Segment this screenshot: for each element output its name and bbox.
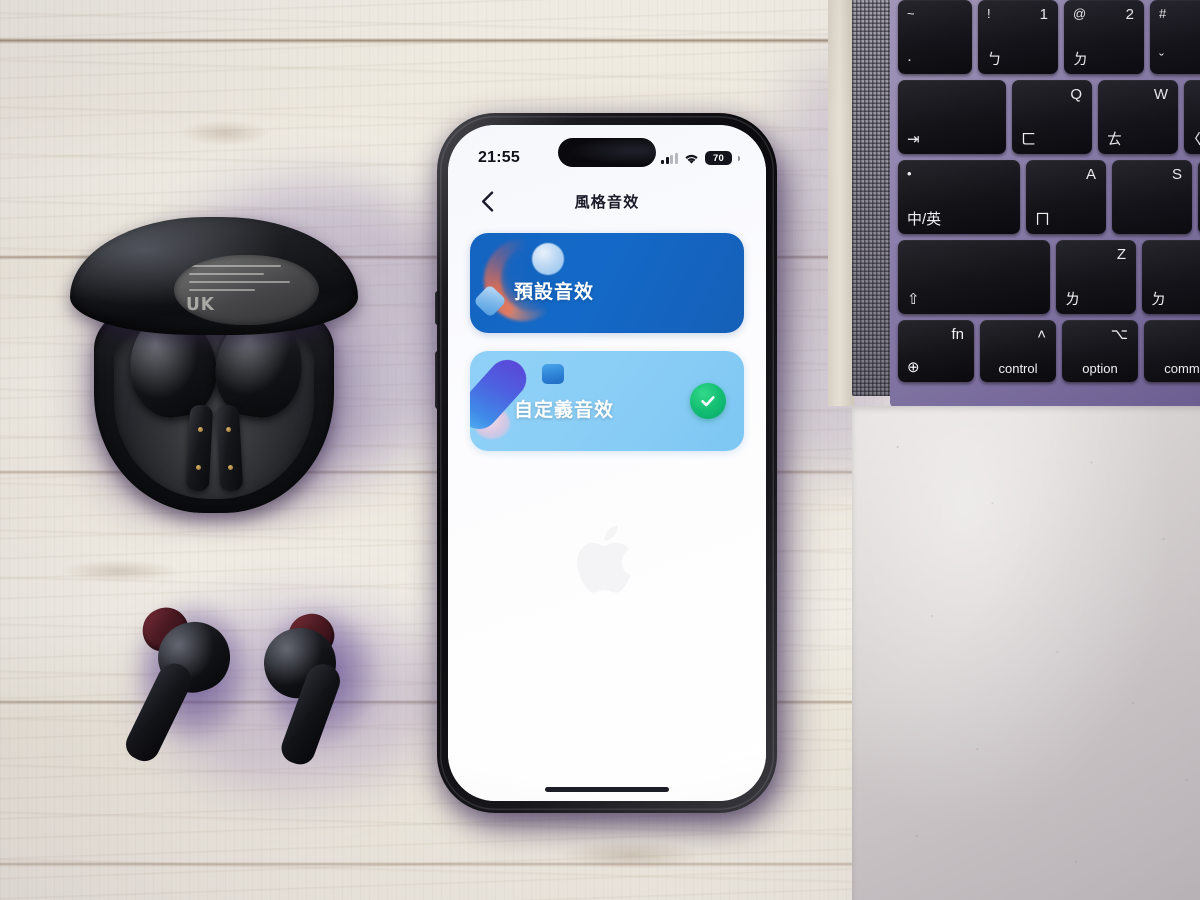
volume-down-button[interactable]: [435, 351, 439, 409]
desk-mat-texture: [852, 406, 1200, 900]
earbud-stem-left: [186, 404, 213, 491]
light-blue-circle-icon: [532, 243, 564, 275]
key-label-bottom: ⇥: [907, 132, 920, 147]
chevron-left-icon: [481, 191, 494, 212]
wood-knot: [560, 840, 700, 870]
key-label-bottom: ㄉ: [1151, 292, 1166, 307]
desk-mat: [852, 406, 1200, 900]
speaker-grille: [852, 0, 894, 396]
key-command[interactable]: comm: [1144, 320, 1200, 382]
key-label-bottom: ⊕: [907, 360, 920, 375]
key-label-bottom: ˇ: [1159, 52, 1164, 67]
dynamic-island: [558, 138, 656, 167]
key-label-top: ~: [907, 7, 915, 20]
battery-level: 70: [713, 153, 724, 164]
apple-logo-watermark: [572, 520, 642, 600]
wood-knot: [180, 120, 270, 146]
macbook: esc‹›~·!1ㄅ@2ㄉ#3ˇ⇥QㄈWㄊEㄍ•中/英AㄇS㄄Dㄎ⇧ZㄌXㄉCㄏ…: [828, 0, 1200, 900]
key-label-legend: Q: [1070, 87, 1082, 102]
sound-card-custom[interactable]: 自定義音效: [470, 351, 744, 451]
key-label-bottom: ㄅ: [987, 52, 1002, 67]
key-w[interactable]: Wㄊ: [1098, 80, 1178, 154]
key-e[interactable]: Eㄍ: [1184, 80, 1200, 154]
smartphone: 21:55 70 風格音效 預設音效 自定義音效: [437, 113, 777, 813]
macbook-keyboard[interactable]: esc‹›~·!1ㄅ@2ㄉ#3ˇ⇥QㄈWㄊEㄍ•中/英AㄇS㄄Dㄎ⇧ZㄌXㄉCㄏ…: [890, 0, 1200, 408]
phone-screen: 21:55 70 風格音效 預設音效 自定義音效: [448, 125, 766, 801]
wifi-icon: [683, 152, 700, 165]
key-label-top: #: [1159, 7, 1166, 20]
wood-knot: [60, 560, 180, 582]
sound-card-label: 自定義音效: [514, 395, 614, 422]
sound-style-list: 預設音效 自定義音效: [448, 233, 766, 469]
key-label-legend: Z: [1117, 247, 1126, 262]
key-label-bottom-center: control: [980, 362, 1056, 375]
key-label-bottom-center: comm: [1144, 362, 1200, 375]
key-x[interactable]: Xㄉ: [1142, 240, 1200, 314]
key-label-bottom: ㄈ: [1021, 132, 1036, 147]
earbud-stem-right: [216, 404, 243, 491]
key-two[interactable]: @2 ㄉ: [1064, 0, 1144, 74]
key-caps-lock[interactable]: • 中/英: [898, 160, 1020, 234]
blue-square-icon: [542, 364, 564, 384]
selected-check-badge: [690, 383, 726, 419]
volume-up-button[interactable]: [435, 291, 439, 325]
photo-scene: esc‹›~·!1ㄅ@2ㄉ#3ˇ⇥QㄈWㄊEㄍ•中/英AㄇS㄄Dㄎ⇧ZㄌXㄉCㄏ…: [0, 0, 1200, 900]
key-shift[interactable]: ⇧: [898, 240, 1050, 314]
key-label-legend: 1: [1040, 7, 1048, 22]
key-tilde[interactable]: ~ ·: [898, 0, 972, 74]
battery-nub: [738, 156, 740, 161]
key-label-bottom: ·: [907, 52, 912, 67]
key-label-bottom: ㄇ: [1035, 212, 1050, 227]
key-label-legend: ˄: [1037, 327, 1046, 342]
check-icon: [698, 391, 718, 411]
key-label-legend: W: [1154, 87, 1168, 102]
signal-bars-icon: [661, 153, 678, 164]
key-control[interactable]: ˄ control: [980, 320, 1056, 382]
regulatory-label: UK: [174, 255, 319, 325]
key-option[interactable]: ⌥ option: [1062, 320, 1138, 382]
status-time: 21:55: [478, 149, 520, 167]
regulatory-text: UK: [186, 295, 215, 316]
macbook-edge: [828, 0, 854, 406]
key-label-top: •: [907, 167, 912, 180]
key-label-legend: ⌥: [1111, 327, 1128, 342]
key-label-bottom: ㄊ: [1107, 132, 1122, 147]
key-label-bottom: 中/英: [907, 212, 941, 227]
battery-icon: 70: [705, 151, 732, 165]
earbuds-case: UK: [68, 205, 368, 515]
key-a[interactable]: Aㄇ: [1026, 160, 1106, 234]
key-label-legend: 2: [1126, 7, 1134, 22]
key-one[interactable]: ! 1 ㄅ: [978, 0, 1058, 74]
key-label-top: !: [987, 7, 991, 20]
back-button[interactable]: [474, 188, 500, 214]
key-three[interactable]: #3ˇ: [1150, 0, 1200, 74]
case-cradle: [114, 309, 314, 499]
key-label-bottom: ㄌ: [1065, 292, 1080, 307]
earbud-loose-right: [250, 600, 400, 770]
key-label-bottom-center: option: [1062, 362, 1138, 375]
key-label-legend: fn: [951, 327, 964, 342]
key-q[interactable]: Qㄈ: [1012, 80, 1092, 154]
key-label-bottom: ⇧: [907, 292, 920, 307]
key-fn[interactable]: fn ⊕: [898, 320, 974, 382]
sound-card-preset[interactable]: 預設音效: [470, 233, 744, 333]
key-tab[interactable]: ⇥: [898, 80, 1006, 154]
navigation-bar: 風格音效: [448, 181, 766, 221]
key-label-bottom: ㄉ: [1073, 52, 1088, 67]
sound-card-label: 預設音效: [514, 277, 594, 304]
key-label-bottom: ㄍ: [1193, 132, 1200, 147]
key-label-legend: A: [1086, 167, 1096, 182]
key-label-legend: S: [1172, 167, 1182, 182]
key-label-top: @: [1073, 7, 1086, 20]
key-s[interactable]: S ㄄: [1112, 160, 1192, 234]
key-z[interactable]: Zㄌ: [1056, 240, 1136, 314]
home-indicator[interactable]: [545, 787, 669, 792]
